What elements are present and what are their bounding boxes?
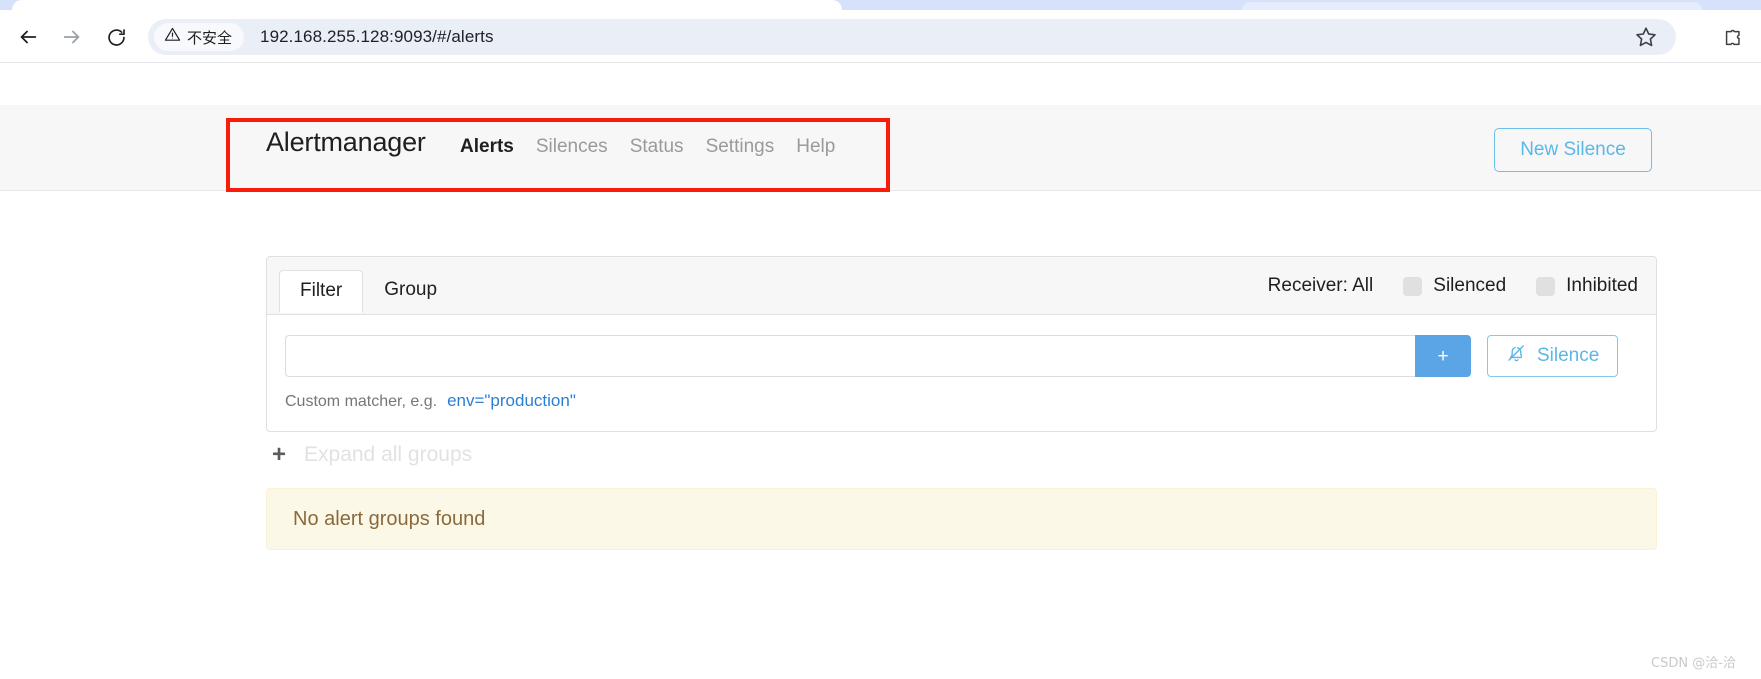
nav-link-help[interactable]: Help bbox=[796, 136, 835, 158]
nav-link-silences[interactable]: Silences bbox=[536, 136, 608, 158]
inhibited-label: Inhibited bbox=[1566, 275, 1638, 296]
browser-toolbar: 不安全 192.168.255.128:9093/#/alerts bbox=[0, 10, 1761, 63]
inhibited-toggle-group[interactable]: Inhibited bbox=[1536, 275, 1638, 297]
address-bar[interactable]: 不安全 192.168.255.128:9093/#/alerts bbox=[148, 19, 1676, 55]
silenced-toggle-group[interactable]: Silenced bbox=[1403, 275, 1506, 297]
main-navigation: Alerts Silences Status Settings Help bbox=[460, 136, 835, 158]
forward-button[interactable] bbox=[56, 21, 88, 53]
matcher-input-row: + Silence bbox=[285, 335, 1638, 377]
url-text: 192.168.255.128:9093/#/alerts bbox=[260, 27, 494, 46]
expand-all-groups-label: Expand all groups bbox=[304, 443, 473, 466]
watermark: CSDN @洽-洽 bbox=[1651, 656, 1736, 671]
nav-link-status[interactable]: Status bbox=[630, 136, 684, 158]
tab-group[interactable]: Group bbox=[363, 269, 458, 312]
reload-icon bbox=[106, 27, 127, 48]
no-alert-groups-message: No alert groups found bbox=[293, 507, 486, 530]
browser-tab-active[interactable] bbox=[12, 0, 842, 10]
matcher-input[interactable] bbox=[285, 335, 1415, 377]
warning-triangle-icon bbox=[164, 26, 181, 48]
nav-link-settings[interactable]: Settings bbox=[706, 136, 775, 158]
page-content: Filter Group Receiver: All Silenced Inhi… bbox=[0, 191, 1761, 679]
bookmark-star-icon[interactable] bbox=[1634, 25, 1658, 49]
filter-panel-options: Receiver: All Silenced Inhibited bbox=[1268, 257, 1638, 315]
filter-tab-list: Filter Group bbox=[279, 269, 458, 313]
receiver-selector[interactable]: Receiver: All bbox=[1268, 275, 1374, 297]
matcher-help-example[interactable]: env="production" bbox=[447, 391, 576, 411]
matcher-help-row: Custom matcher, e.g. env="production" bbox=[285, 391, 1638, 411]
browser-tab-secondary[interactable] bbox=[1242, 2, 1702, 10]
filter-panel-header: Filter Group Receiver: All Silenced Inhi… bbox=[267, 257, 1656, 315]
reload-button[interactable] bbox=[100, 21, 132, 53]
new-silence-button[interactable]: New Silence bbox=[1494, 128, 1652, 172]
bell-slash-icon bbox=[1506, 343, 1527, 370]
add-matcher-button[interactable]: + bbox=[1415, 335, 1471, 377]
plus-icon: + bbox=[272, 441, 287, 468]
filter-panel-body: + Silence Custom matcher, e.g. env="prod… bbox=[267, 315, 1656, 431]
tab-filter[interactable]: Filter bbox=[279, 270, 364, 313]
nav-link-alerts[interactable]: Alerts bbox=[460, 136, 514, 158]
silenced-checkbox[interactable] bbox=[1403, 276, 1423, 296]
no-alert-groups-banner: No alert groups found bbox=[266, 488, 1657, 550]
puzzle-piece-icon bbox=[1722, 29, 1744, 53]
arrow-left-icon bbox=[17, 26, 39, 48]
arrow-right-icon bbox=[61, 26, 83, 48]
silenced-label: Silenced bbox=[1433, 275, 1507, 296]
browser-tab-strip bbox=[0, 0, 1761, 10]
filter-panel: Filter Group Receiver: All Silenced Inhi… bbox=[266, 256, 1657, 432]
back-button[interactable] bbox=[12, 21, 44, 53]
security-chip-label: 不安全 bbox=[187, 28, 233, 47]
silence-button-label: Silence bbox=[1537, 345, 1600, 366]
app-brand-title[interactable]: Alertmanager bbox=[266, 127, 426, 158]
silence-button[interactable]: Silence bbox=[1487, 335, 1619, 377]
extensions-button[interactable] bbox=[1722, 27, 1744, 49]
matcher-help-text: Custom matcher, e.g. bbox=[285, 393, 438, 410]
site-security-chip[interactable]: 不安全 bbox=[154, 23, 245, 51]
expand-all-groups-button[interactable]: + Expand all groups bbox=[272, 443, 472, 467]
inhibited-checkbox[interactable] bbox=[1536, 276, 1556, 296]
